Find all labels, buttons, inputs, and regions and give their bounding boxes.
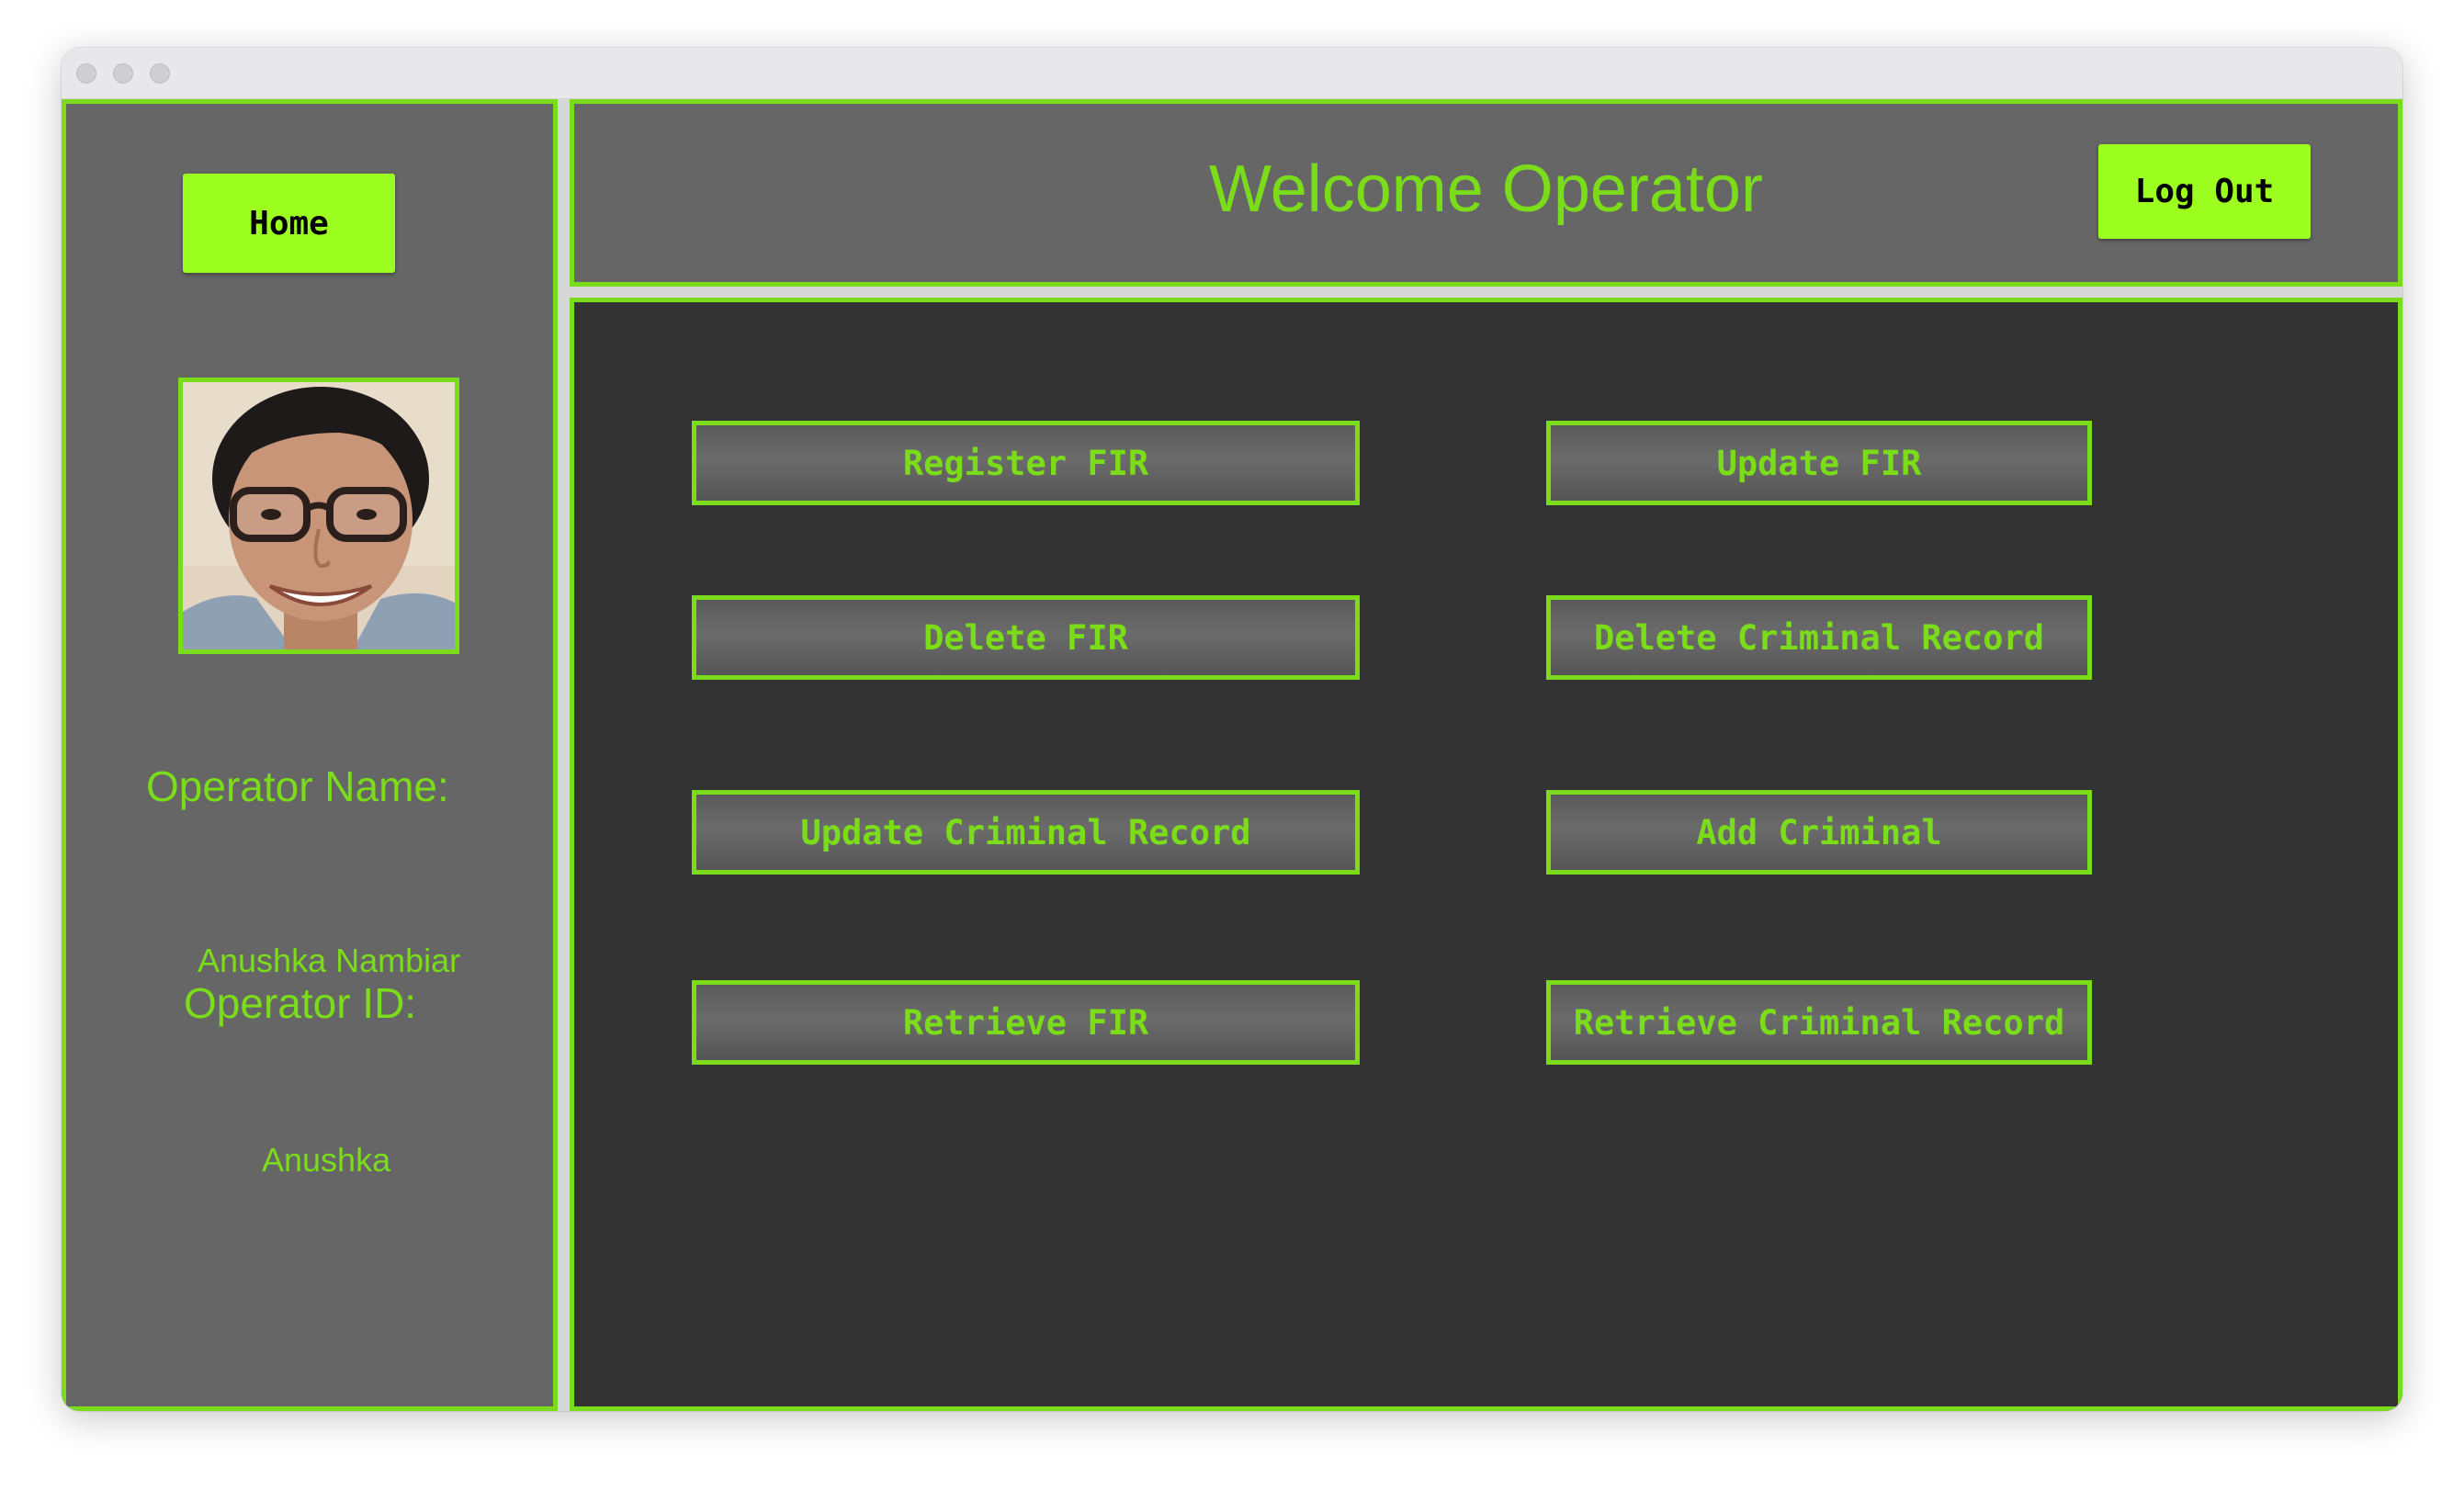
retrieve-criminal-record-button[interactable]: Retrieve Criminal Record [1546,980,2092,1065]
register-fir-button[interactable]: Register FIR [692,421,1360,505]
operator-name-label: Operator Name: [146,762,449,810]
update-criminal-record-button[interactable]: Update Criminal Record [692,790,1360,875]
maximize-window-button[interactable] [150,63,170,84]
logout-button[interactable]: Log Out [2098,144,2311,239]
close-window-button[interactable] [76,63,96,84]
operator-id-value: Anushka [262,1141,391,1179]
avatar [178,378,459,654]
header-panel: Welcome Operator Log Out [570,99,2402,287]
delete-criminal-record-button[interactable]: Delete Criminal Record [1546,595,2092,680]
delete-fir-button[interactable]: Delete FIR [692,595,1360,680]
minimize-window-button[interactable] [113,63,133,84]
home-button[interactable]: Home [183,174,395,273]
title-bar [62,48,2402,99]
main-panel: Register FIR Update FIR Delete FIR Delet… [570,298,2402,1411]
operator-name-value: Anushka Nambiar [198,942,461,979]
add-criminal-button[interactable]: Add Criminal [1546,790,2092,875]
operator-id-label: Operator ID: [184,979,417,1027]
update-fir-button[interactable]: Update FIR [1546,421,2092,505]
sidebar: Home Operator Name: Anushka Nambiar Oper… [62,99,558,1411]
retrieve-fir-button[interactable]: Retrieve FIR [692,980,1360,1065]
operator-photo-icon [183,382,455,649]
app-content: Home Operator Name: Anushka Nambiar Oper… [62,99,2402,1411]
app-window: Home Operator Name: Anushka Nambiar Oper… [62,48,2402,1411]
